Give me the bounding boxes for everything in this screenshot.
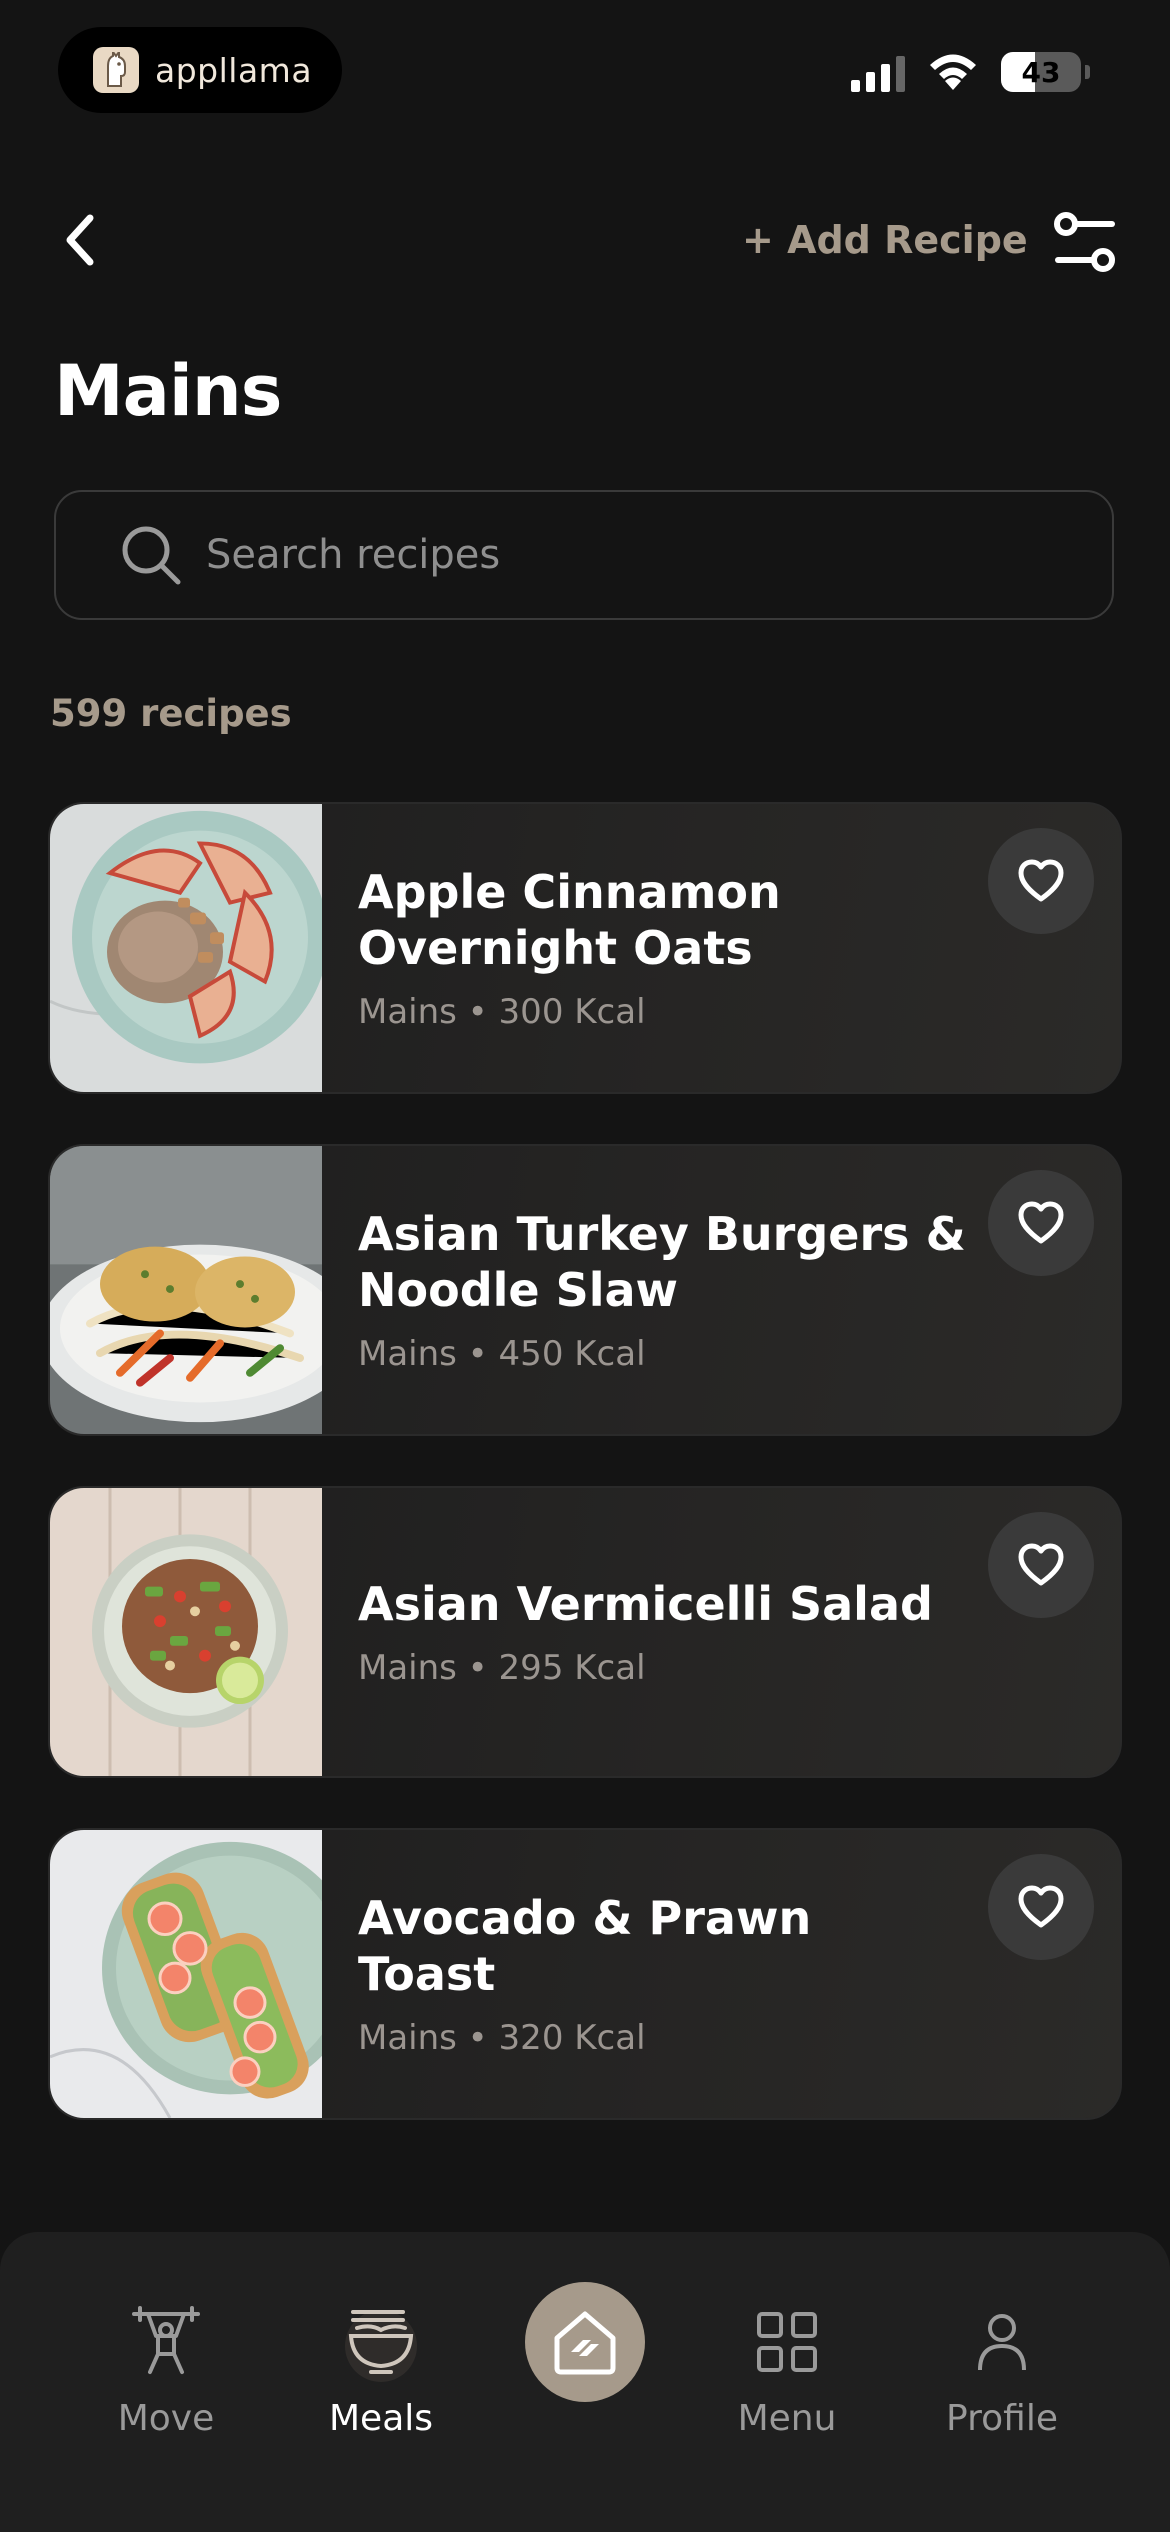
recipe-card[interactable]: Asian Vermicelli Salad Mains • 295 Kcal <box>48 1486 1122 1778</box>
heart-icon <box>1018 1885 1064 1928</box>
page-title: Mains <box>54 350 282 432</box>
recipe-meta: Mains • 300 Kcal <box>358 992 646 1032</box>
recipe-text: Asian Turkey Burgers & Noodle Slaw Mains… <box>358 1146 978 1434</box>
recipe-title-line: Apple Cinnamon <box>358 865 781 919</box>
favorite-button[interactable] <box>988 1854 1094 1960</box>
recipe-title: Asian Turkey Burgers & Noodle Slaw <box>358 1206 978 1318</box>
recipe-title-line: Asian Turkey Burgers & <box>358 1207 966 1261</box>
recipe-text: Apple Cinnamon Overnight Oats Mains • 30… <box>358 804 978 1092</box>
cellular-signal-icon <box>851 52 905 92</box>
filter-sliders-icon <box>1054 212 1115 272</box>
recipe-text: Asian Vermicelli Salad Mains • 295 Kcal <box>358 1488 978 1776</box>
recipe-photo <box>50 804 322 1092</box>
recipe-meta: Mains • 295 Kcal <box>358 1648 646 1688</box>
recipe-card[interactable]: Avocado & Prawn Toast Mains • 320 Kcal <box>48 1828 1122 2120</box>
heart-icon <box>1018 1201 1064 1244</box>
person-icon <box>978 2314 1026 2371</box>
search-box[interactable] <box>54 490 1114 620</box>
favorite-button[interactable] <box>988 1170 1094 1276</box>
nav-label: Meals <box>328 2398 434 2439</box>
battery-percent: 43 <box>1021 55 1061 89</box>
recipe-meta: Mains • 320 Kcal <box>358 2018 646 2058</box>
llama-logo-icon <box>93 47 139 93</box>
favorite-button[interactable] <box>988 828 1094 934</box>
status-bar: appllama 43 <box>0 0 1170 150</box>
home-icon <box>554 2311 616 2375</box>
recipe-title: Asian Vermicelli Salad <box>358 1576 978 1632</box>
heart-icon <box>1018 859 1064 902</box>
recipe-title: Avocado & Prawn Toast <box>358 1890 978 2002</box>
nav-label: Menu <box>737 2398 837 2439</box>
recipe-title-line: Asian Vermicelli Salad <box>358 1577 933 1631</box>
search-input[interactable] <box>204 514 1112 596</box>
nav-item-menu[interactable]: Menu <box>687 2302 887 2439</box>
recipe-text: Avocado & Prawn Toast Mains • 320 Kcal <box>358 1830 978 2118</box>
battery-indicator: 43 <box>1001 52 1081 92</box>
recipe-title-line: Toast <box>358 1947 496 2001</box>
add-recipe-button[interactable]: + Add Recipe <box>742 218 1028 262</box>
home-button[interactable] <box>525 2282 645 2402</box>
recipe-photo <box>50 1488 322 1776</box>
recipe-title-line: Overnight Oats <box>358 921 753 975</box>
nav-item-profile[interactable]: Profile <box>902 2302 1102 2439</box>
grid-icon <box>757 2312 817 2372</box>
recipe-card[interactable]: Asian Turkey Burgers & Noodle Slaw Mains… <box>48 1144 1122 1436</box>
heart-icon <box>1018 1543 1064 1586</box>
battery-tip <box>1085 65 1090 79</box>
recipe-title-line: Noodle Slaw <box>358 1263 679 1317</box>
back-button[interactable] <box>62 205 122 275</box>
nav-item-meals[interactable]: Meals <box>281 2302 481 2439</box>
weightlifter-icon <box>132 2306 200 2374</box>
nav-label: Move <box>117 2398 215 2439</box>
recipe-photo <box>50 1146 322 1434</box>
wifi-icon <box>930 54 976 90</box>
recipe-photo <box>50 1830 322 2118</box>
filter-button[interactable] <box>1052 210 1118 276</box>
nav-label: Profile <box>946 2398 1058 2439</box>
nav-item-move[interactable]: Move <box>66 2302 266 2439</box>
recipe-meta: Mains • 450 Kcal <box>358 1334 646 1374</box>
status-icons: 43 <box>851 52 1090 92</box>
bottom-nav: Move Meals Menu Profile <box>0 2232 1170 2532</box>
noodle-bowl-icon <box>345 2310 417 2382</box>
brand-pill: appllama <box>58 27 342 113</box>
chevron-left-icon <box>66 214 94 266</box>
brand-name: appllama <box>155 50 313 90</box>
recipe-title-line: Avocado & Prawn <box>358 1891 812 1945</box>
recipe-count: 599 recipes <box>50 692 292 735</box>
recipe-card[interactable]: Apple Cinnamon Overnight Oats Mains • 30… <box>48 802 1122 1094</box>
recipe-title: Apple Cinnamon Overnight Oats <box>358 864 978 976</box>
favorite-button[interactable] <box>988 1512 1094 1618</box>
search-icon <box>122 526 181 585</box>
